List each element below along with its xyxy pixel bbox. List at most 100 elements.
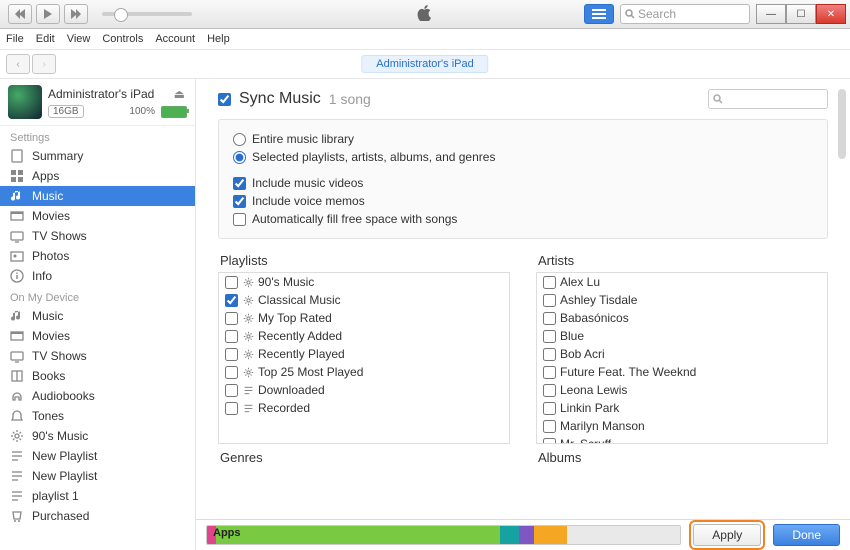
- prev-track-button[interactable]: [8, 4, 32, 24]
- sidebar-item-90-s-music[interactable]: 90's Music: [0, 426, 195, 446]
- artist-checkbox[interactable]: [543, 384, 556, 397]
- sidebar-item-tv-shows[interactable]: TV Shows: [0, 346, 195, 366]
- minimize-button[interactable]: —: [756, 4, 786, 24]
- playlist-row[interactable]: Recently Added: [219, 327, 509, 345]
- next-track-button[interactable]: [64, 4, 88, 24]
- sync-song-count: 1 song: [329, 91, 371, 107]
- device-block: Administrator's iPad ⏏ 16GB 100%: [0, 79, 195, 126]
- movies-icon: [10, 329, 24, 343]
- artist-checkbox[interactable]: [543, 402, 556, 415]
- artist-checkbox[interactable]: [543, 366, 556, 379]
- playlist-checkbox[interactable]: [225, 330, 238, 343]
- menu-view[interactable]: View: [67, 33, 91, 45]
- artist-row[interactable]: Babasónicos: [537, 309, 827, 327]
- artist-row[interactable]: Alex Lu: [537, 273, 827, 291]
- artists-listbox[interactable]: Alex LuAshley TisdaleBabasónicosBlueBob …: [536, 272, 828, 444]
- forward-button[interactable]: ›: [32, 54, 56, 74]
- sidebar-item-audiobooks[interactable]: Audiobooks: [0, 386, 195, 406]
- artist-checkbox[interactable]: [543, 294, 556, 307]
- tv-icon: [10, 349, 24, 363]
- volume-slider[interactable]: [102, 12, 192, 16]
- menu-edit[interactable]: Edit: [36, 33, 55, 45]
- artist-checkbox[interactable]: [543, 276, 556, 289]
- artist-checkbox[interactable]: [543, 348, 556, 361]
- playlist-checkbox[interactable]: [225, 366, 238, 379]
- playlist-row[interactable]: 90's Music: [219, 273, 509, 291]
- artist-checkbox[interactable]: [543, 438, 556, 445]
- playlist-row[interactable]: Downloaded: [219, 381, 509, 399]
- artist-row[interactable]: Future Feat. The Weeknd: [537, 363, 827, 381]
- menu-account[interactable]: Account: [155, 33, 195, 45]
- eject-icon[interactable]: ⏏: [172, 85, 187, 103]
- artist-checkbox[interactable]: [543, 330, 556, 343]
- playlist-checkbox[interactable]: [225, 276, 238, 289]
- music-icon: [10, 189, 24, 203]
- artist-row[interactable]: Ashley Tisdale: [537, 291, 827, 309]
- device-pill[interactable]: Administrator's iPad: [361, 55, 488, 73]
- close-button[interactable]: ✕: [816, 4, 846, 24]
- artist-checkbox[interactable]: [543, 312, 556, 325]
- opt-selected-playlists[interactable]: Selected playlists, artists, albums, and…: [233, 148, 813, 166]
- search-placeholder: Search: [638, 7, 676, 21]
- menu-file[interactable]: File: [6, 33, 24, 45]
- sidebar-item-purchased[interactable]: Purchased: [0, 506, 195, 526]
- playlist-checkbox[interactable]: [225, 348, 238, 361]
- sidebar-item-playlist-1[interactable]: playlist 1: [0, 486, 195, 506]
- opt-include-memos[interactable]: Include voice memos: [233, 192, 813, 210]
- playlist-row[interactable]: Recorded: [219, 399, 509, 417]
- artist-row[interactable]: Blue: [537, 327, 827, 345]
- done-button[interactable]: Done: [773, 524, 840, 546]
- maximize-button[interactable]: ☐: [786, 4, 816, 24]
- artist-row[interactable]: Linkin Park: [537, 399, 827, 417]
- playlist-row[interactable]: Top 25 Most Played: [219, 363, 509, 381]
- sidebar-item-music[interactable]: Music: [0, 186, 195, 206]
- sidebar-head-settings: Settings: [0, 126, 195, 146]
- opt-autofill[interactable]: Automatically fill free space with songs: [233, 210, 813, 228]
- artists-heading: Artists: [538, 253, 828, 268]
- apply-button[interactable]: Apply: [693, 524, 761, 546]
- sync-music-checkbox[interactable]: [218, 93, 231, 106]
- sidebar-item-new-playlist[interactable]: New Playlist: [0, 466, 195, 486]
- main-panel: Sync Music 1 song Entire music library S…: [196, 79, 850, 550]
- sidebar-item-movies[interactable]: Movies: [0, 206, 195, 226]
- playlist-checkbox[interactable]: [225, 294, 238, 307]
- menu-help[interactable]: Help: [207, 33, 230, 45]
- playlist-checkbox[interactable]: [225, 384, 238, 397]
- device-name: Administrator's iPad: [48, 87, 154, 101]
- back-button[interactable]: ‹: [6, 54, 30, 74]
- apple-logo-icon: [417, 5, 433, 24]
- playlists-listbox[interactable]: 90's MusicClassical MusicMy Top RatedRec…: [218, 272, 510, 444]
- storage-usage-bar[interactable]: Apps: [206, 525, 681, 545]
- sidebar-item-photos[interactable]: Photos: [0, 246, 195, 266]
- playlist-checkbox[interactable]: [225, 402, 238, 415]
- menu-controls[interactable]: Controls: [102, 33, 143, 45]
- sidebar-item-new-playlist[interactable]: New Playlist: [0, 446, 195, 466]
- sidebar-item-summary[interactable]: Summary: [0, 146, 195, 166]
- sidebar-item-tones[interactable]: Tones: [0, 406, 195, 426]
- artist-checkbox[interactable]: [543, 420, 556, 433]
- artist-row[interactable]: Marilyn Manson: [537, 417, 827, 435]
- music-icon: [10, 309, 24, 323]
- opt-entire-library[interactable]: Entire music library: [233, 130, 813, 148]
- sidebar-item-tv-shows[interactable]: TV Shows: [0, 226, 195, 246]
- artist-row[interactable]: Leona Lewis: [537, 381, 827, 399]
- gear-icon: [242, 312, 254, 324]
- view-list-button[interactable]: [584, 4, 614, 24]
- playlist-row[interactable]: My Top Rated: [219, 309, 509, 327]
- playlist-checkbox[interactable]: [225, 312, 238, 325]
- playlist-row[interactable]: Recently Played: [219, 345, 509, 363]
- play-button[interactable]: [36, 4, 60, 24]
- sidebar-item-info[interactable]: Info: [0, 266, 195, 286]
- sidebar-item-movies[interactable]: Movies: [0, 326, 195, 346]
- artist-row[interactable]: Mr. Scruff: [537, 435, 827, 444]
- artist-row[interactable]: Bob Acri: [537, 345, 827, 363]
- scrollbar[interactable]: [836, 89, 848, 209]
- opt-include-videos[interactable]: Include music videos: [233, 174, 813, 192]
- sidebar-item-apps[interactable]: Apps: [0, 166, 195, 186]
- search-input-top[interactable]: Search: [620, 4, 750, 24]
- capacity-badge: 16GB: [48, 105, 84, 118]
- sidebar-item-music[interactable]: Music: [0, 306, 195, 326]
- sidebar-item-books[interactable]: Books: [0, 366, 195, 386]
- search-input-panel[interactable]: [708, 89, 828, 109]
- playlist-row[interactable]: Classical Music: [219, 291, 509, 309]
